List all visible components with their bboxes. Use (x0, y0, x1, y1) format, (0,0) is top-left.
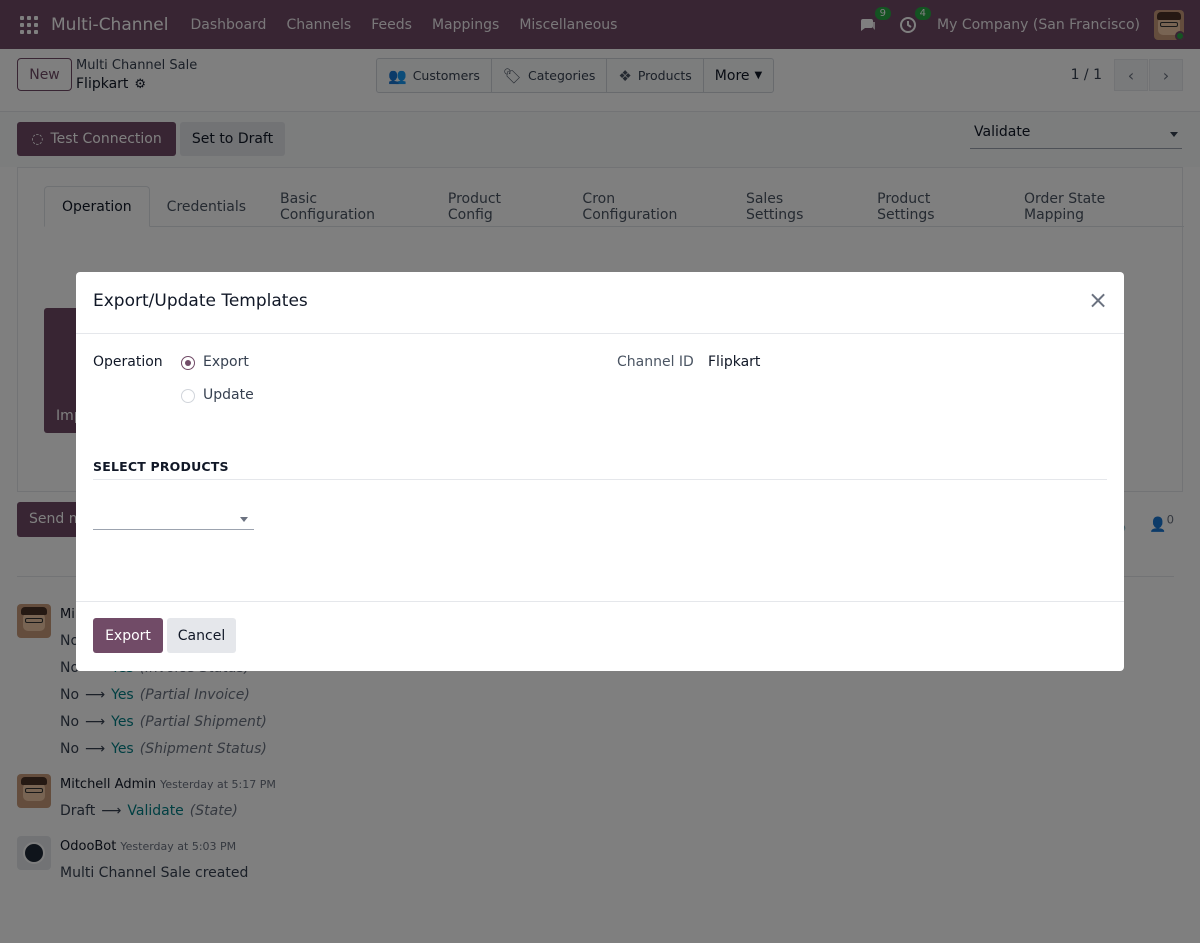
radio-update[interactable] (181, 389, 195, 403)
dialog-title: Export/Update Templates (93, 291, 308, 311)
radio-export[interactable] (181, 356, 195, 370)
close-icon[interactable]: × (1088, 288, 1108, 312)
channel-id-label: Channel ID (617, 354, 694, 370)
section-divider (93, 479, 1107, 480)
export-button[interactable]: Export (93, 618, 163, 653)
select-products-heading: SELECT PRODUCTS (93, 459, 229, 474)
products-select-input[interactable] (93, 506, 254, 530)
radio-update-label[interactable]: Update (203, 387, 254, 403)
radio-export-label[interactable]: Export (203, 354, 249, 370)
channel-id-value: Flipkart (708, 354, 761, 370)
dialog-header-divider (76, 333, 1124, 334)
export-update-dialog: Export/Update Templates × Operation Expo… (76, 272, 1124, 671)
cancel-button[interactable]: Cancel (167, 618, 236, 653)
operation-label: Operation (93, 354, 163, 370)
dialog-footer-divider (76, 601, 1124, 602)
caret-down-icon (240, 517, 248, 522)
